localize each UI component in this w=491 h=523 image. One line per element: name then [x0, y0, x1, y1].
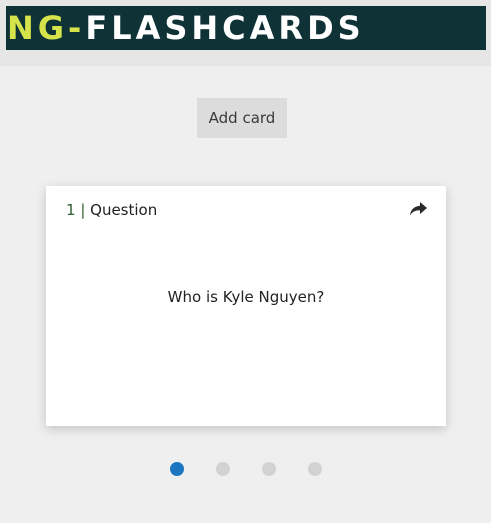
- pagination-dot[interactable]: [262, 462, 276, 476]
- logo-prefix: NG-: [7, 9, 86, 47]
- card-question-text: Who is Kyle Nguyen?: [167, 288, 325, 306]
- pagination-dot[interactable]: [308, 462, 322, 476]
- flashcard[interactable]: 1 | Question Who is Kyle Nguyen?: [46, 186, 446, 426]
- card-side-label: Question: [90, 201, 158, 219]
- app-logo: NG-FLASHCARDS: [6, 6, 486, 50]
- pagination-dot[interactable]: [170, 462, 184, 476]
- logo-title: FLASHCARDS: [85, 9, 365, 47]
- card-number: 1: [66, 201, 76, 219]
- pagination-dot[interactable]: [216, 462, 230, 476]
- logo-text: NG-FLASHCARDS: [7, 12, 365, 44]
- add-card-button[interactable]: Add card: [197, 98, 287, 138]
- card-separator: |: [75, 201, 91, 219]
- card-header: 1 | Question: [66, 201, 157, 219]
- pagination-dots: [0, 462, 491, 478]
- share-forward-icon[interactable]: [408, 200, 428, 218]
- header-band: NG-FLASHCARDS: [0, 0, 491, 66]
